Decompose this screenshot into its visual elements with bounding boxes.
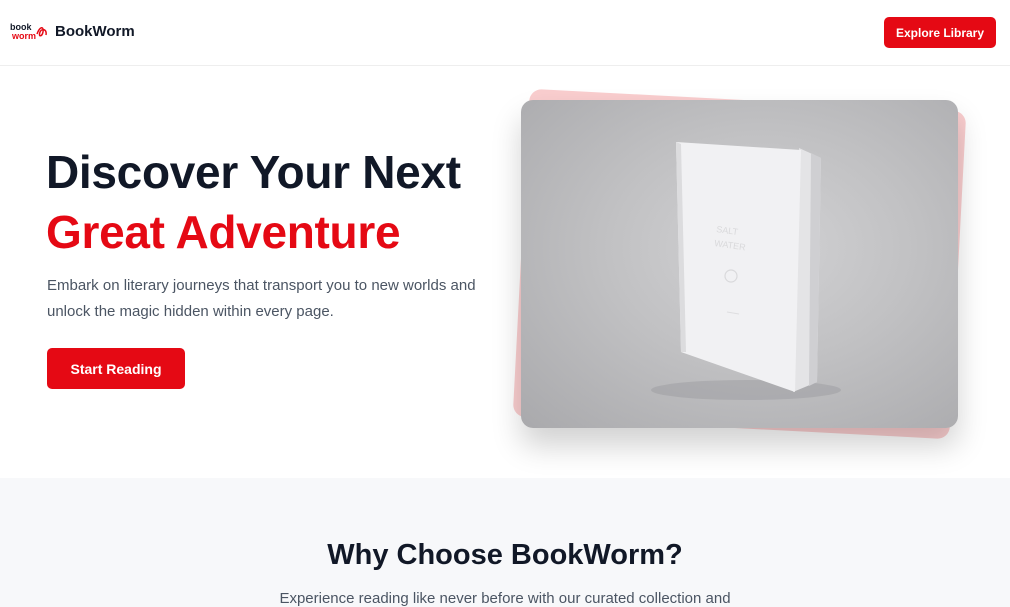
bookworm-logo-icon[interactable]: book worm — [10, 20, 48, 44]
svg-text:worm: worm — [11, 31, 36, 41]
site-header: book worm BookWorm Explore Library — [0, 0, 1010, 66]
hero-title-line1: Discover Your Next — [46, 146, 461, 198]
start-reading-button[interactable]: Start Reading — [47, 348, 185, 389]
brand-name[interactable]: BookWorm — [55, 23, 135, 40]
why-choose-title: Why Choose BookWorm? — [327, 539, 683, 571]
hero-description: Embark on literary journeys that transpo… — [47, 277, 476, 320]
why-choose-description: Experience reading like never before wit… — [279, 590, 731, 607]
hero-title-line2: Great Adventure — [46, 206, 401, 258]
why-choose-section: Why Choose BookWorm? Experience reading … — [0, 478, 1010, 607]
hero-book-image: SALT WATER — [521, 100, 958, 428]
explore-library-button[interactable]: Explore Library — [884, 17, 996, 48]
